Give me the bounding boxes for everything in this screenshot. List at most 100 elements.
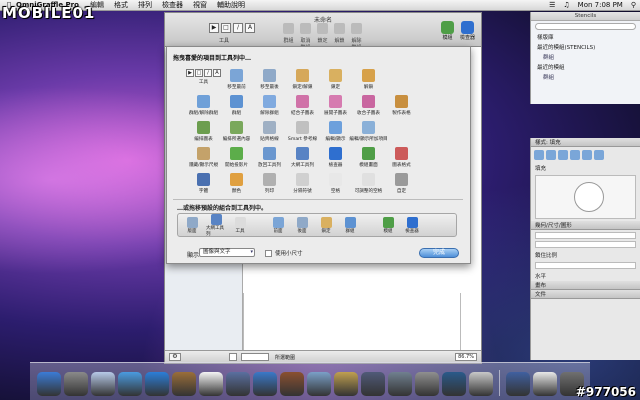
stroke-swatch[interactable] (241, 353, 269, 361)
geometry-header[interactable]: 幾何/尺寸/圖形 (531, 221, 640, 230)
dock-app-icon[interactable] (252, 372, 277, 396)
dock-app-icon[interactable] (306, 372, 331, 396)
toolbar-item[interactable]: 結合子圖表 (286, 93, 319, 119)
toolbar-item[interactable]: 空格 (319, 171, 352, 197)
lock-icon[interactable] (317, 23, 328, 34)
dock-app-icon[interactable] (279, 372, 304, 396)
dock-app-icon[interactable] (90, 372, 115, 396)
spotlight-icon[interactable]: ⚲ (631, 1, 636, 9)
dock-app-icon[interactable] (505, 372, 530, 396)
gear-icon[interactable]: ⚙ (169, 353, 181, 361)
toolbar-item[interactable]: Smart 參考線 (286, 119, 319, 145)
dock-app-icon[interactable] (36, 372, 61, 396)
document-header[interactable]: 文件 (531, 290, 640, 299)
default-toolbar-set[interactable]: 版面 大網工具列 工具 前面 後面 鎖定 群組 模組 檢查器 (177, 213, 457, 237)
unlock-icon[interactable] (334, 23, 345, 34)
toolbar-item[interactable]: 解鎖 (352, 67, 385, 93)
toolbar-item[interactable]: 模組畫面 (352, 145, 385, 171)
show-select[interactable]: 圖像與文字 ▾ (199, 248, 255, 257)
toolbar-item[interactable]: 顏色 (220, 171, 253, 197)
toolbar-item[interactable]: 移至最後 (253, 67, 286, 93)
line-tool-icon[interactable]: ∕ (233, 23, 243, 33)
note-tab-icon[interactable] (594, 150, 604, 160)
menu-window[interactable]: 視窗 (193, 0, 207, 10)
stencil-row[interactable]: 樣版庫 (531, 32, 640, 42)
group-icon[interactable] (283, 23, 294, 34)
ungroup-all-icon[interactable] (351, 23, 362, 34)
width-field[interactable] (535, 241, 636, 248)
dock-app-icon[interactable] (225, 372, 250, 396)
toolbar-item[interactable]: 編排所選內容 (220, 119, 253, 145)
menu-help[interactable]: 輔助說明 (217, 0, 245, 10)
toolbar-item[interactable]: 自定 (385, 171, 418, 197)
text-tab-icon[interactable] (582, 150, 592, 160)
toolbar-item[interactable]: 隱藏/顯示尺規 (187, 145, 220, 171)
toolbar-item[interactable]: 編輯/顯示 (319, 119, 352, 145)
toolbar-item[interactable]: 開始投影片 (220, 145, 253, 171)
inspector-button[interactable]: 檢查器 (460, 21, 475, 41)
dock-app-icon[interactable] (171, 372, 196, 396)
toolbar-item[interactable]: 鎖定 (319, 67, 352, 93)
toolbar-item[interactable]: 圖表格式 (385, 145, 418, 171)
toolbar-item[interactable]: ▶ □ ∕ A 工具 (186, 67, 221, 93)
stencil-row[interactable]: 最近的模組(STENCILS) (531, 42, 640, 52)
menu-inspectors[interactable]: 檢查器 (162, 0, 183, 10)
x-field[interactable] (535, 232, 636, 239)
dock-app-icon[interactable] (360, 372, 385, 396)
flip-row[interactable]: 水平 (531, 271, 640, 281)
lock-ratio-row[interactable]: 鎖住比例 (531, 250, 640, 260)
image-tab-icon[interactable] (570, 150, 580, 160)
wifi-icon[interactable]: ☰ (549, 1, 555, 9)
dock-app-icon[interactable] (144, 372, 169, 396)
toolbar-item[interactable]: 分隔符號 (286, 171, 319, 197)
toolbar-item[interactable]: 編輯/顯示所加項目 (349, 119, 388, 145)
stencil-row[interactable]: 群組 (531, 52, 640, 62)
shadow-tab-icon[interactable] (558, 150, 568, 160)
small-size-option[interactable]: 使用小尺寸 (265, 249, 303, 257)
toolbar-item[interactable]: 解除群組 (253, 93, 286, 119)
toolbar-item[interactable]: 製作表格 (385, 93, 418, 119)
selection-tool-icon[interactable]: ▶ (209, 23, 219, 33)
menu-arrange[interactable]: 排列 (138, 0, 152, 10)
stencil-row[interactable]: 最近的模組 (531, 62, 640, 72)
toolbar-item[interactable]: 大網工具列 (286, 145, 319, 171)
toolbar-item[interactable]: 展開子圖表 (319, 93, 352, 119)
gradient-wheel[interactable] (574, 182, 604, 212)
fill-swatch[interactable] (229, 353, 237, 361)
toolbar-item[interactable]: 鎖定/解鎖 (286, 67, 319, 93)
toolbar-item[interactable]: 列印 (253, 171, 286, 197)
stencils-button[interactable]: 模組 (440, 21, 454, 41)
toolbar-item[interactable]: 移至最前 (220, 67, 253, 93)
toolbar-item[interactable]: 貼齊格線 (253, 119, 286, 145)
rotation-field[interactable] (535, 262, 636, 269)
dock-app-icon[interactable] (387, 372, 412, 396)
dock-app-icon[interactable] (63, 372, 88, 396)
dock-app-icon[interactable] (441, 372, 466, 396)
toolbar-item[interactable]: 編排圖表 (187, 119, 220, 145)
tools-group[interactable]: ▶ □ ∕ A (209, 23, 255, 33)
fill-row[interactable]: 填充 (531, 163, 640, 173)
toolbar-item[interactable]: 群組 (220, 93, 253, 119)
canvas-header[interactable]: 畫布 (531, 281, 640, 290)
fill-tab-icon[interactable] (534, 150, 544, 160)
dock-app-icon[interactable] (198, 372, 223, 396)
menu-format[interactable]: 格式 (114, 0, 128, 10)
done-button[interactable]: 完成 (419, 248, 459, 258)
ungroup-icon[interactable] (300, 23, 311, 34)
dock-app-icon[interactable] (468, 372, 493, 396)
zoom-select[interactable]: 86.7% (455, 353, 477, 361)
dock-app-icon[interactable] (532, 372, 557, 396)
stroke-tab-icon[interactable] (546, 150, 556, 160)
volume-icon[interactable]: ♫ (563, 1, 569, 9)
toolbar-item[interactable]: 可調整的空格 (352, 171, 385, 197)
toolbar-item[interactable]: 字體 (187, 171, 220, 197)
text-tool-icon[interactable]: A (245, 23, 255, 33)
dock-app-icon[interactable] (117, 372, 142, 396)
clock[interactable]: Mon 7:08 PM (578, 1, 623, 9)
document-canvas[interactable] (243, 293, 461, 351)
toolbar-item[interactable]: 群組/解除群組 (187, 93, 220, 119)
toolbar-item[interactable]: 檢查器 (319, 145, 352, 171)
shape-tool-icon[interactable]: □ (221, 23, 231, 33)
small-size-checkbox[interactable] (265, 249, 272, 257)
dock-app-icon[interactable] (414, 372, 439, 396)
